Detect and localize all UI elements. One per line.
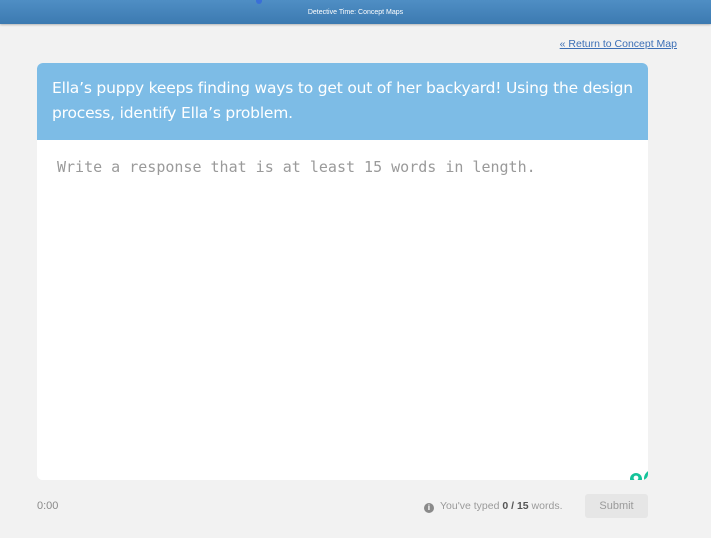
word-count-separator: / bbox=[508, 500, 517, 512]
question-card: Ella’s puppy keeps finding ways to get o… bbox=[37, 63, 648, 480]
grammarly-widget[interactable]: G bbox=[626, 468, 648, 480]
lightbulb-icon[interactable] bbox=[630, 473, 642, 480]
word-count-suffix: words. bbox=[528, 500, 563, 512]
info-icon: i bbox=[424, 503, 434, 513]
top-bar: Detective Time: Concept Maps bbox=[0, 0, 711, 24]
timer: 0:00 bbox=[37, 500, 59, 512]
word-count-required: 15 bbox=[516, 500, 529, 512]
page-title: Detective Time: Concept Maps bbox=[307, 9, 404, 16]
word-count-prefix: You've typed bbox=[440, 500, 503, 512]
grammarly-g-icon[interactable]: G bbox=[644, 470, 648, 480]
word-count-status: i You've typed 0 / 15 words. bbox=[424, 500, 562, 513]
response-textarea[interactable] bbox=[37, 140, 648, 480]
question-prompt: Ella’s puppy keeps finding ways to get o… bbox=[37, 63, 648, 140]
submit-button[interactable]: Submit bbox=[585, 494, 648, 518]
return-to-concept-map-link[interactable]: « Return to Concept Map bbox=[560, 38, 677, 50]
